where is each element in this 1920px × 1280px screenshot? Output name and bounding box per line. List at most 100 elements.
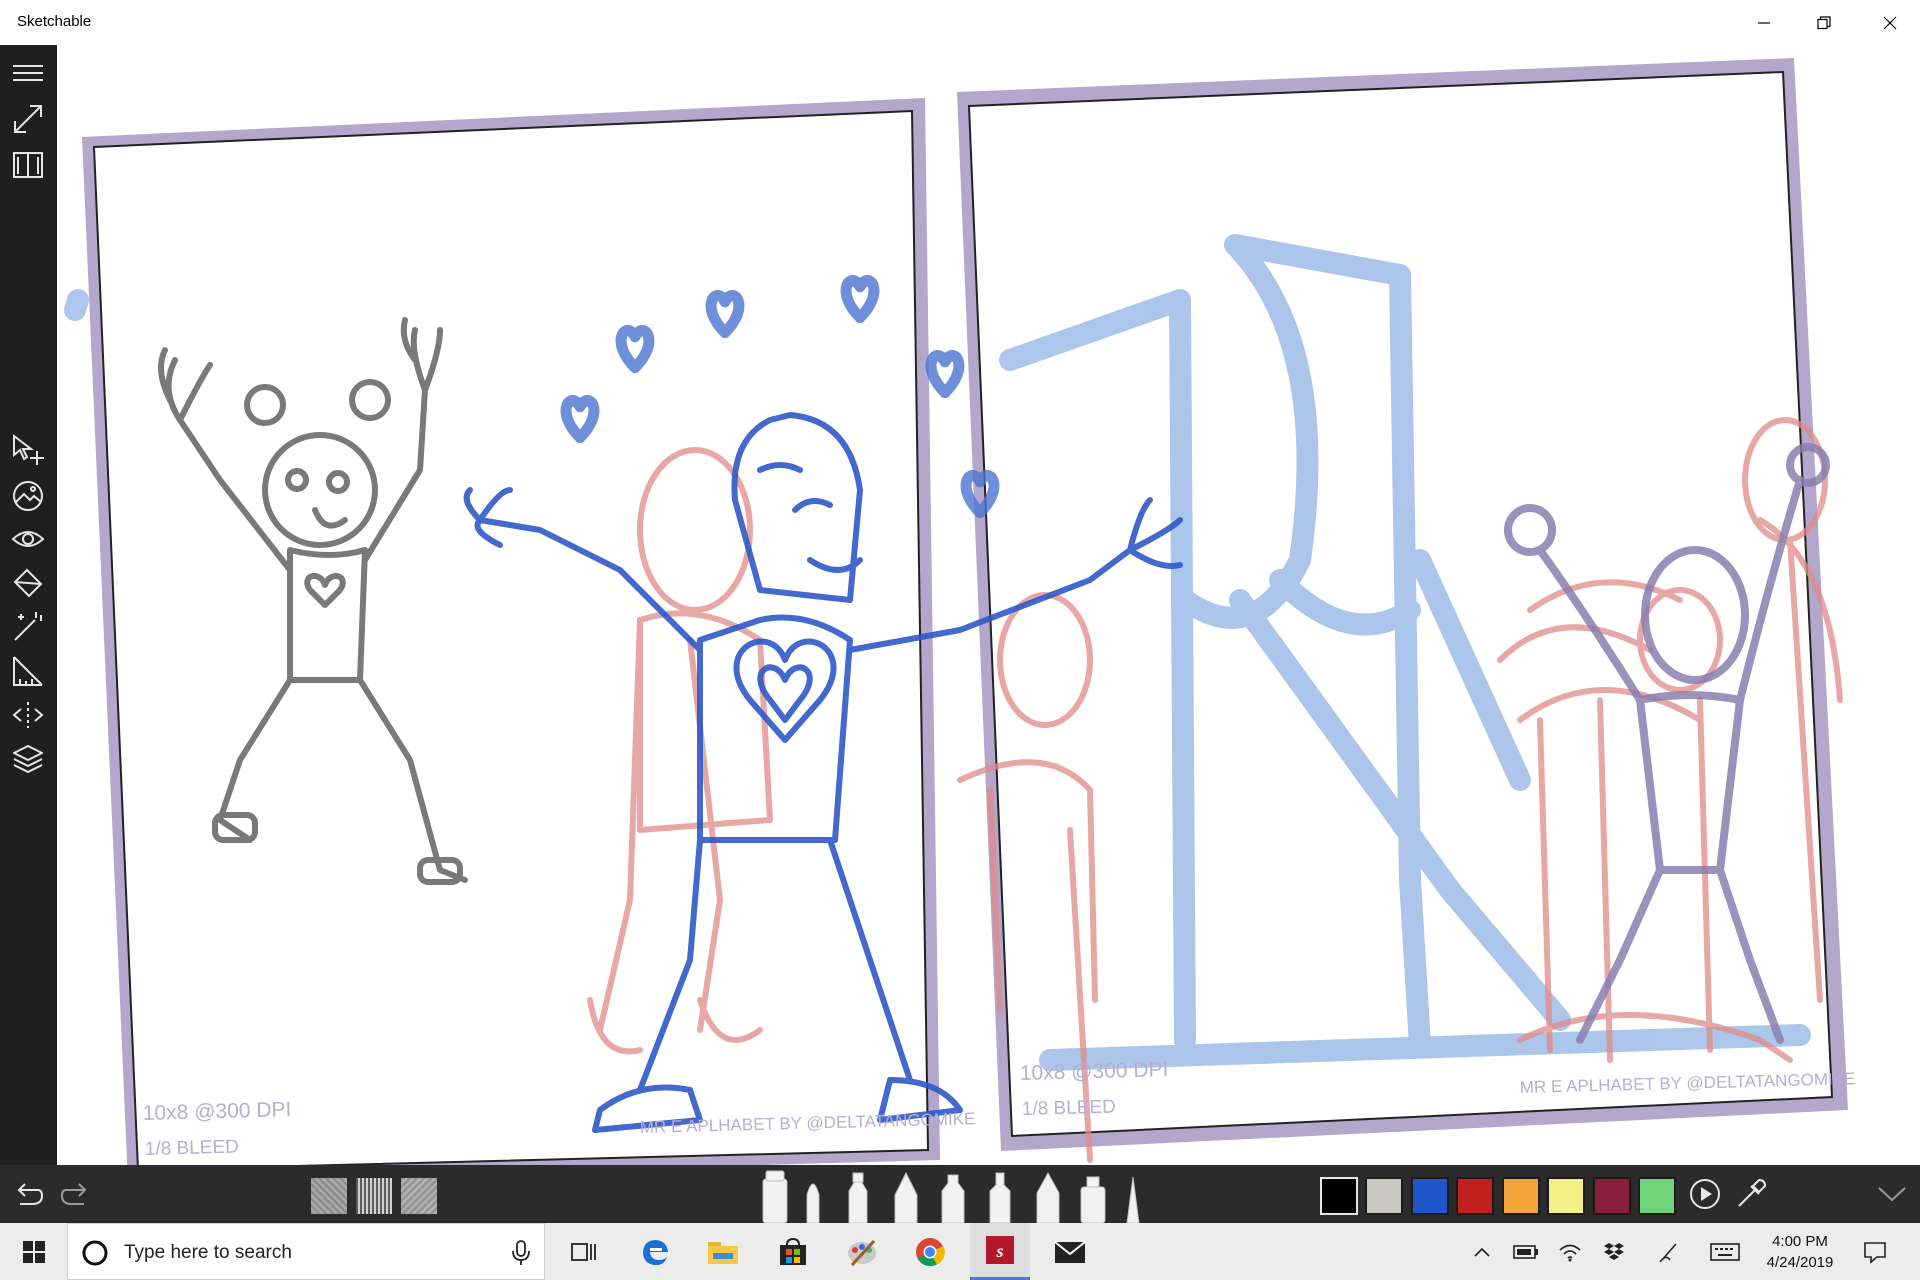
color-swatch-black[interactable]	[1320, 1177, 1358, 1215]
mail-button[interactable]	[1040, 1223, 1100, 1280]
minimize-button[interactable]	[1734, 0, 1794, 45]
right-size-label: 10x8 @300 DPI	[1020, 1058, 1169, 1085]
keyboard-icon	[1710, 1242, 1740, 1261]
edge-button[interactable]	[625, 1223, 685, 1280]
wifi-button[interactable]	[1550, 1223, 1590, 1280]
left-page	[82, 98, 940, 1165]
clock-time: 4:00 PM	[1772, 1233, 1828, 1250]
sketchable-icon: s	[986, 1236, 1014, 1264]
redo-button[interactable]	[52, 1165, 96, 1223]
ruler-icon	[13, 656, 43, 686]
menu-icon	[13, 65, 43, 81]
pen-icon	[1659, 1242, 1677, 1262]
fullscreen-button[interactable]	[8, 99, 48, 139]
bottom-toolbar	[0, 1165, 1920, 1223]
insert-image-button[interactable]	[8, 475, 48, 515]
brush-brush[interactable]	[806, 1183, 820, 1223]
notebook-button[interactable]	[8, 145, 48, 185]
eyedropper-icon	[1738, 1178, 1767, 1207]
notification-icon	[1864, 1241, 1886, 1264]
left-toolbar	[0, 45, 57, 1165]
brush-airbrush[interactable]	[1126, 1176, 1140, 1223]
chevron-up-icon	[1474, 1247, 1490, 1257]
show-hidden-icons-button[interactable]	[1462, 1223, 1502, 1280]
file-explorer-icon	[708, 1241, 738, 1264]
color-swatch-red[interactable]	[1456, 1177, 1494, 1215]
brush-spray-can[interactable]	[1080, 1176, 1106, 1223]
symmetry-icon	[12, 702, 44, 728]
close-icon	[1883, 16, 1897, 29]
close-button[interactable]	[1860, 0, 1920, 45]
fill-bucket-icon	[13, 568, 43, 598]
right-bleed-label: 1/8 BLEED	[1022, 1097, 1117, 1120]
menu-button[interactable]	[8, 53, 48, 93]
left-size-label: 10x8 @300 DPI	[143, 1098, 292, 1125]
canvas-drawing[interactable]: 10x8 @300 DPI 1/8 BLEED MR E APLHABET BY…	[57, 45, 1920, 1165]
brush-fountain-pen[interactable]	[1036, 1171, 1060, 1223]
start-button[interactable]	[4, 1223, 64, 1280]
color-swatch-gray[interactable]	[1365, 1177, 1403, 1215]
clock-date: 4/24/2019	[1766, 1254, 1834, 1271]
paper-texture-3[interactable]	[401, 1178, 437, 1214]
wifi-icon	[1559, 1244, 1581, 1261]
book-icon	[13, 152, 43, 178]
app-title: Sketchable	[17, 13, 92, 30]
file-explorer-button[interactable]	[693, 1223, 753, 1280]
symmetry-button[interactable]	[8, 695, 48, 735]
store-button[interactable]	[763, 1223, 823, 1280]
task-view-button[interactable]	[553, 1223, 613, 1280]
task-view-icon	[571, 1242, 596, 1261]
cortana-icon	[82, 1240, 108, 1266]
eyedropper-button[interactable]	[1729, 1165, 1773, 1223]
select-move-icon	[13, 433, 44, 465]
magic-wand-button[interactable]	[8, 607, 48, 647]
drawing-canvas[interactable]: 10x8 @300 DPI 1/8 BLEED MR E APLHABET BY…	[57, 45, 1920, 1165]
dropbox-button[interactable]	[1594, 1223, 1634, 1280]
sketchable-button[interactable]: s	[970, 1223, 1030, 1280]
paint-button[interactable]	[832, 1223, 892, 1280]
fullscreen-icon	[14, 105, 42, 133]
brush-selector	[762, 1170, 1140, 1223]
mail-icon	[1054, 1240, 1086, 1263]
chrome-icon	[916, 1237, 945, 1266]
windows-logo-icon	[23, 1240, 45, 1263]
paint-icon	[848, 1239, 876, 1266]
color-swatch-green[interactable]	[1638, 1177, 1676, 1215]
layers-button[interactable]	[8, 739, 48, 779]
windows-taskbar: Type here to search s 4:00 PM 4/24/2019	[0, 1223, 1920, 1280]
touch-keyboard-button[interactable]	[1705, 1223, 1745, 1280]
battery-button[interactable]	[1506, 1223, 1546, 1280]
image-insert-icon	[13, 481, 43, 511]
fill-bucket-button[interactable]	[8, 563, 48, 603]
svg-text:s: s	[995, 1241, 1003, 1261]
brush-felt-pen[interactable]	[848, 1172, 868, 1223]
color-swatch-orange[interactable]	[1502, 1177, 1540, 1215]
restore-button[interactable]	[1794, 0, 1854, 45]
edge-icon	[643, 1239, 668, 1265]
chrome-button[interactable]	[900, 1223, 960, 1280]
brush-highlighter[interactable]	[989, 1172, 1011, 1223]
microphone-icon[interactable]	[511, 1240, 531, 1266]
undo-button[interactable]	[6, 1165, 50, 1223]
play-button[interactable]	[1683, 1165, 1727, 1223]
taskbar-search-box[interactable]: Type here to search	[67, 1223, 545, 1280]
paper-texture-2[interactable]	[356, 1178, 392, 1214]
chevron-down-icon	[1878, 1187, 1906, 1202]
brush-marker[interactable]	[762, 1170, 788, 1223]
brush-crayon[interactable]	[941, 1174, 965, 1223]
brush-pencil[interactable]	[894, 1171, 918, 1223]
restore-icon	[1817, 15, 1831, 29]
collapse-toolbar-button[interactable]	[1870, 1165, 1914, 1223]
visibility-button[interactable]	[8, 519, 48, 559]
windows-ink-button[interactable]	[1650, 1223, 1690, 1280]
select-move-button[interactable]	[8, 430, 48, 470]
action-center-button[interactable]	[1855, 1223, 1895, 1280]
color-swatch-maroon[interactable]	[1593, 1177, 1631, 1215]
ruler-button[interactable]	[8, 651, 48, 691]
store-icon	[780, 1237, 806, 1265]
taskbar-clock[interactable]: 4:00 PM 4/24/2019	[1745, 1231, 1855, 1273]
paper-texture-1[interactable]	[311, 1178, 347, 1214]
color-swatch-yellow[interactable]	[1547, 1177, 1585, 1215]
title-bar: Sketchable	[0, 0, 1920, 45]
color-swatch-blue[interactable]	[1411, 1177, 1449, 1215]
